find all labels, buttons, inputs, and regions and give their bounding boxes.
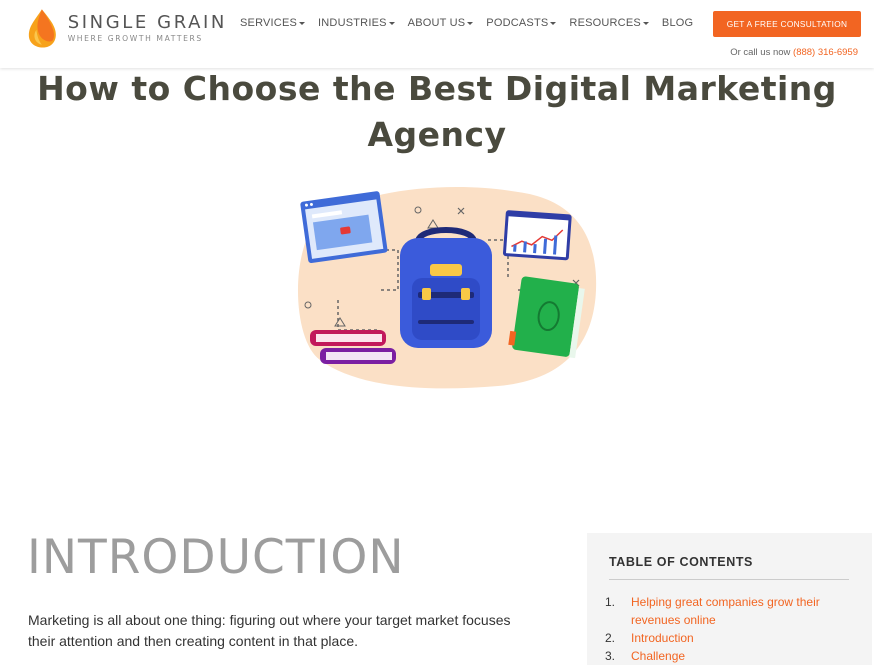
hero-illustration: [297, 187, 597, 389]
chevron-down-icon: [467, 21, 474, 25]
phone-link[interactable]: (888) 316-6959: [793, 47, 858, 58]
toc-link[interactable]: Helping great companies grow their reven…: [631, 593, 850, 629]
main-nav: SERVICES INDUSTRIES ABOUT US PODCASTS RE…: [240, 17, 706, 29]
toc-link[interactable]: Challenge: [631, 647, 685, 665]
section-heading: INTRODUCTION: [27, 530, 405, 585]
page-title: How to Choose the Best Digital Marketing…: [0, 66, 874, 158]
nav-resources-label: RESOURCES: [569, 17, 641, 29]
toc-item-number: 3.: [605, 649, 616, 663]
toc-item-number: 2.: [605, 631, 616, 645]
chevron-down-icon: [388, 21, 395, 25]
toc-item: 2. Introduction: [605, 629, 850, 647]
toc-item: 1. Helping great companies grow their re…: [605, 593, 850, 629]
table-of-contents: TABLE OF CONTENTS 1. Helping great compa…: [587, 533, 872, 665]
site-header: SINGLE GRAIN WHERE GROWTH MATTERS SERVIC…: [0, 0, 874, 68]
brand-name: SINGLE GRAIN: [67, 11, 227, 33]
nav-industries-label: INDUSTRIES: [318, 17, 387, 29]
nav-blog[interactable]: BLOG: [662, 17, 693, 29]
nav-services-label: SERVICES: [240, 17, 298, 29]
intro-paragraph: Marketing is all about one thing: figuri…: [28, 612, 511, 649]
call-prefix: Or call us now: [730, 47, 791, 58]
toc-item: 3. Challenge: [605, 647, 850, 665]
toc-list: 1. Helping great companies grow their re…: [605, 593, 850, 665]
brand-tagline: WHERE GROWTH MATTERS: [67, 33, 203, 43]
toc-item-number: 1.: [605, 595, 616, 609]
nav-resources[interactable]: RESOURCES: [569, 17, 649, 29]
chevron-down-icon: [299, 21, 306, 25]
free-consultation-button[interactable]: GET A FREE CONSULTATION: [713, 11, 861, 37]
nav-blog-label: BLOG: [661, 17, 694, 29]
nav-about-us[interactable]: ABOUT US: [408, 17, 474, 29]
backpack-icon: [400, 227, 492, 348]
nav-podcasts-label: PODCASTS: [486, 17, 549, 29]
page-title-line1: How to Choose the Best Digital Marketing: [37, 69, 837, 108]
nav-industries[interactable]: INDUSTRIES: [318, 17, 395, 29]
nav-services[interactable]: SERVICES: [240, 17, 306, 29]
chevron-down-icon: [642, 21, 649, 25]
chevron-down-icon: [550, 21, 557, 25]
brand-logo[interactable]: SINGLE GRAIN WHERE GROWTH MATTERS: [27, 6, 227, 50]
nav-about-us-label: ABOUT US: [407, 17, 466, 29]
flame-logo-icon: [28, 9, 56, 48]
toc-divider: [609, 579, 849, 580]
toc-link[interactable]: Introduction: [631, 629, 694, 647]
analytics-window-icon: [502, 210, 572, 261]
toc-title: TABLE OF CONTENTS: [609, 555, 753, 569]
page-title-line2: Agency: [367, 115, 507, 154]
browser-window-icon: [300, 191, 388, 264]
call-now-text: Or call us now (888) 316-6959: [730, 47, 858, 58]
nav-podcasts[interactable]: PODCASTS: [486, 17, 557, 29]
